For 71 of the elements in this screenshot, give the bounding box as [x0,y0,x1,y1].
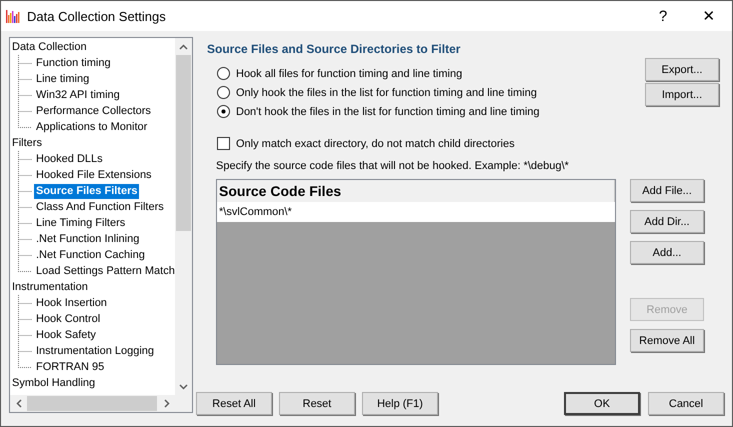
radio-button[interactable] [217,67,230,80]
section-heading: Source Files and Source Directories to Filter [207,42,462,56]
dialog-button[interactable]: Help (F1) [362,392,438,415]
tree-connector [18,151,32,167]
tree-item[interactable]: .Net Function Caching [34,248,147,262]
tree-item[interactable]: Hooked DLLs [34,152,105,166]
tree-item[interactable]: Hook Control [34,312,102,326]
radio-label[interactable]: Don't hook the files in the list for function timing and line timing [236,106,540,118]
radio-button[interactable] [217,86,230,99]
list-row[interactable]: *\svlCommon\* [217,202,615,222]
vertical-scrollbar[interactable] [175,38,192,395]
scroll-right-icon[interactable] [164,399,170,408]
tree-item[interactable]: Performance Collectors [34,104,153,118]
tree-item[interactable]: Symbol Handling [10,376,98,390]
tree-item[interactable]: Data Collection [10,40,89,54]
scrollbar-thumb[interactable] [27,396,157,411]
checkbox[interactable] [217,137,230,150]
settings-tree[interactable] [9,37,193,413]
dialog-button[interactable]: Reset All [196,392,272,415]
checkbox-label[interactable]: Only match exact directory, do not match child directories [236,138,515,150]
dialog-button[interactable]: Remove All [630,329,704,352]
tree-connector [18,55,32,71]
tree-item[interactable]: Instrumentation Logging [34,344,156,358]
dialog-button[interactable]: Add Dir... [630,210,704,233]
scroll-left-icon[interactable] [16,399,22,408]
tree-item[interactable]: Applications to Monitor [34,120,150,134]
tree-item[interactable]: Hook Insertion [34,296,109,310]
tree-item[interactable]: Filters [10,136,44,150]
tree-item[interactable]: Instrumentation [10,280,90,294]
dialog-button[interactable]: Reset [279,392,355,415]
tree-item[interactable]: Source Files Filters [34,184,140,198]
tree-item[interactable]: Load Settings Pattern Match [34,264,175,278]
horizontal-scrollbar[interactable] [10,395,175,412]
tree-connector [18,295,32,311]
scroll-up-icon[interactable] [179,44,188,50]
tree-item[interactable]: FORTRAN 95 [34,360,106,374]
window-title: Data Collection Settings [27,8,166,24]
tree-connector [18,199,32,215]
tree-item[interactable]: Win32 API timing [34,88,122,102]
tree-item[interactable]: Class And Function Filters [34,200,166,214]
radio-label[interactable]: Only hook the files in the list for function timing and line timing [236,86,537,98]
tree-item[interactable]: .Net Function Inlining [34,232,142,246]
radio-button[interactable] [217,105,230,118]
radio-label[interactable]: Hook all files for function timing and line timing [236,68,462,80]
dialog-button[interactable]: Add... [630,241,704,264]
help-button[interactable]: ? [640,1,686,31]
tree-connector [18,167,32,183]
hint-text: Specify the source code files that will not be hooked. Example: *\debug\* [216,160,570,172]
dialog-button[interactable]: OK [564,392,640,415]
app-icon [5,8,21,24]
tree-connector [18,327,32,343]
tree-item[interactable]: Function timing [34,56,113,70]
scrollbar-thumb[interactable] [176,55,191,231]
tree-connector [18,311,32,327]
tree-item[interactable]: Line Timing Filters [34,216,128,230]
scroll-down-icon[interactable] [179,384,188,390]
tree-item[interactable]: Hook Safety [34,328,98,342]
close-button[interactable]: ✕ [686,1,732,31]
column-header[interactable]: Source Code Files [217,180,615,202]
tree-connector [18,87,32,103]
dialog-button[interactable]: Cancel [648,392,724,415]
file-list[interactable]: Source Code Files *\svlCommon\* [216,179,616,365]
tree-item[interactable]: Hooked File Extensions [34,168,154,182]
dialog-button[interactable]: Import... [645,83,719,106]
tree-connector [18,231,32,247]
tree-item[interactable]: Line timing [34,72,92,86]
tree-connector [18,183,32,199]
dialog-button[interactable]: Add File... [630,179,704,202]
tree-connector [18,215,32,231]
dialog-button[interactable]: Export... [645,58,719,81]
tree-connector [18,71,32,87]
